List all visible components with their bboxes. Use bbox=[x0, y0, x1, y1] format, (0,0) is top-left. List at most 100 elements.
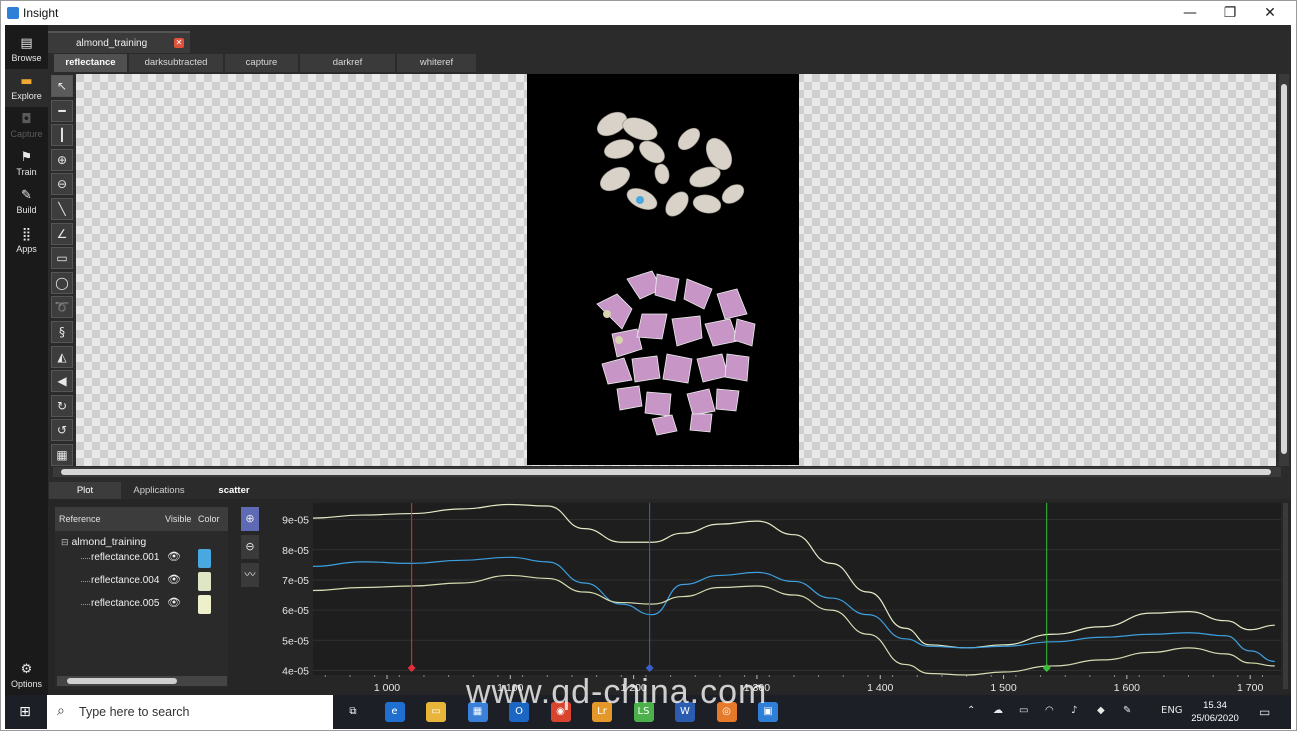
tab-darkref[interactable]: darkref bbox=[300, 54, 396, 72]
column-visible[interactable]: Visible bbox=[165, 514, 191, 524]
plot-autoscale-button[interactable]: 〰 bbox=[241, 563, 259, 587]
reference-row[interactable]: reflectance.001 👁 bbox=[55, 547, 228, 569]
horizontal-line-tool-icon[interactable]: ━ bbox=[51, 99, 73, 122]
reference-row[interactable]: reflectance.005 👁 bbox=[55, 593, 228, 615]
file-explorer-icon[interactable]: ▭ bbox=[426, 702, 446, 722]
browse-icon: ▤ bbox=[20, 36, 33, 51]
freehand-tool-icon[interactable]: § bbox=[51, 320, 73, 343]
close-window-button[interactable]: ✕ bbox=[1250, 1, 1290, 25]
dropbox-icon[interactable]: ◆ bbox=[1097, 705, 1105, 716]
tab-capture[interactable]: capture bbox=[225, 54, 299, 72]
plot-zoom-out-button[interactable]: ⊖ bbox=[241, 535, 259, 559]
spectral-plot[interactable]: 9e-05 8e-05 7e-05 6e-05 5e-05 4e-05 1 000 1 100… bbox=[259, 499, 1289, 695]
plot-toolbar: ⊕ ⊖ 〰 bbox=[241, 507, 259, 591]
minimize-button[interactable]: — bbox=[1170, 1, 1210, 25]
reference-row[interactable]: reflectance.004 👁 bbox=[55, 570, 228, 592]
nav-browse[interactable]: ▤ Browse bbox=[5, 31, 48, 69]
tab-reflectance[interactable]: reflectance bbox=[54, 54, 128, 72]
rectangle-select-tool-icon[interactable]: ▭ bbox=[51, 247, 73, 270]
lightroom-icon[interactable]: Lr bbox=[592, 702, 612, 722]
y-tick-label: 5e-05 bbox=[282, 635, 309, 647]
rotate-cw-tool-icon[interactable]: ↻ bbox=[51, 394, 73, 417]
ellipse-select-tool-icon[interactable]: ◯ bbox=[51, 271, 73, 294]
plot-zoom-in-button[interactable]: ⊕ bbox=[241, 507, 259, 531]
runner-icon: ⚑ bbox=[20, 150, 33, 165]
reference-label: reflectance.005 bbox=[91, 598, 160, 609]
scroll-thumb[interactable] bbox=[67, 678, 177, 684]
nav-train[interactable]: ⚑ Train bbox=[5, 145, 48, 183]
insight-icon[interactable]: ▣ bbox=[758, 702, 778, 722]
y-tick-label: 7e-05 bbox=[282, 575, 309, 587]
scroll-thumb[interactable] bbox=[1281, 84, 1287, 454]
tab-applications[interactable]: Applications bbox=[122, 482, 196, 499]
close-tab-icon[interactable]: ✕ bbox=[174, 38, 184, 48]
plot-area bbox=[313, 503, 1281, 675]
zoom-in-tool-icon[interactable]: ⊕ bbox=[51, 148, 73, 171]
flip-horizontal-tool-icon[interactable]: ◭ bbox=[51, 345, 73, 368]
file-tab-almond-training[interactable]: almond_training ✕ bbox=[48, 31, 190, 53]
nav-explore[interactable]: ▬ Explore bbox=[5, 69, 48, 107]
nav-capture[interactable]: ◘ Capture bbox=[5, 107, 48, 145]
vertical-line-tool-icon[interactable]: ┃ bbox=[51, 124, 73, 147]
nav-options-label: Options bbox=[10, 679, 43, 689]
store-icon[interactable]: ▦ bbox=[467, 702, 488, 722]
windows-start-icon[interactable]: ⊞ bbox=[15, 702, 35, 722]
edge-icon[interactable]: e bbox=[384, 702, 405, 722]
wand-tool-icon[interactable]: ╲ bbox=[51, 197, 73, 220]
rotate-ccw-tool-icon[interactable]: ↺ bbox=[51, 419, 73, 442]
color-swatch[interactable] bbox=[198, 595, 211, 614]
wifi-icon[interactable]: ◠ bbox=[1045, 705, 1054, 716]
volume-icon[interactable]: ♪ bbox=[1071, 705, 1077, 716]
tab-scatter[interactable]: scatter bbox=[197, 482, 271, 499]
canvas-horizontal-scrollbar[interactable] bbox=[53, 467, 1281, 477]
visible-eye-icon[interactable]: 👁 bbox=[167, 596, 181, 609]
color-swatch[interactable] bbox=[198, 549, 211, 568]
taskbar-search[interactable]: ⌕ Type here to search bbox=[47, 695, 333, 729]
green-app-icon[interactable]: LS bbox=[633, 702, 654, 722]
task-view-icon[interactable]: ⧉ bbox=[343, 702, 363, 722]
reference-table-scrollbar[interactable] bbox=[57, 676, 227, 686]
clock[interactable]: 15.34 25/06/2020 bbox=[1185, 699, 1245, 725]
orange-app-icon[interactable]: ◎ bbox=[716, 702, 737, 722]
tab-plot[interactable]: Plot bbox=[49, 482, 121, 499]
column-color[interactable]: Color bbox=[198, 514, 220, 524]
nav-build[interactable]: ✎ Build bbox=[5, 183, 48, 221]
image-type-tabs: reflectance darksubtracted capture darkr… bbox=[48, 54, 1291, 72]
gear-icon: ⚙ bbox=[20, 662, 33, 677]
nav-apps[interactable]: ⣿ Apps bbox=[5, 222, 48, 260]
tab-darksubtracted[interactable]: darksubtracted bbox=[129, 54, 224, 72]
colormap-tool-icon[interactable]: ▦ bbox=[51, 443, 73, 466]
x-tick-label: 1 200 bbox=[620, 682, 646, 694]
maximize-button[interactable]: ❐ bbox=[1210, 1, 1250, 25]
color-swatch[interactable] bbox=[198, 572, 211, 591]
onedrive-icon[interactable]: ☁ bbox=[993, 705, 1003, 716]
insight-app-icon bbox=[7, 7, 19, 19]
visible-eye-icon[interactable]: 👁 bbox=[167, 573, 181, 586]
chevron-up-icon[interactable]: ⌃ bbox=[967, 705, 975, 716]
image-canvas[interactable] bbox=[76, 74, 1276, 466]
lasso-tool-icon[interactable]: ➰ bbox=[51, 296, 73, 319]
tab-whiteref[interactable]: whiteref bbox=[397, 54, 477, 72]
word-icon[interactable]: W bbox=[675, 702, 695, 722]
grid-icon: ⣿ bbox=[21, 227, 32, 242]
windows-taskbar: ⊞ ⌕ Type here to search ⧉ e ▭ ▦ O ◉ Lr LS W ◎ ▣ ⌃ ☁… bbox=[5, 695, 1291, 729]
pen-icon[interactable]: ✎ bbox=[1123, 705, 1131, 716]
outlook-icon[interactable]: O bbox=[509, 702, 529, 722]
y-tick-label: 6e-05 bbox=[282, 605, 309, 617]
visible-eye-icon[interactable]: 👁 bbox=[167, 550, 181, 563]
column-reference[interactable]: Reference bbox=[59, 514, 101, 524]
battery-icon[interactable]: ▭ bbox=[1019, 705, 1028, 716]
zoom-out-tool-icon[interactable]: ⊖ bbox=[51, 173, 73, 196]
canvas-vertical-scrollbar[interactable] bbox=[1279, 74, 1289, 466]
flip-vertical-tool-icon[interactable]: ◀ bbox=[51, 370, 73, 393]
language-indicator[interactable]: ENG bbox=[1161, 705, 1183, 716]
chrome-icon[interactable]: ◉ bbox=[550, 702, 571, 722]
notification-icon[interactable]: ▭ bbox=[1259, 705, 1270, 719]
activity-bar: ▤ Browse ▬ Explore ◘ Capture ⚑ Train ✎ B… bbox=[5, 25, 48, 695]
pointer-tool-icon[interactable]: ↖ bbox=[51, 75, 73, 97]
almond-hyperspectral-image[interactable] bbox=[527, 74, 799, 465]
nav-options[interactable]: ⚙ Options bbox=[5, 657, 48, 695]
angle-tool-icon[interactable]: ∠ bbox=[51, 222, 73, 245]
scroll-thumb[interactable] bbox=[61, 469, 1271, 475]
x-tick-label: 1 100 bbox=[497, 682, 523, 694]
